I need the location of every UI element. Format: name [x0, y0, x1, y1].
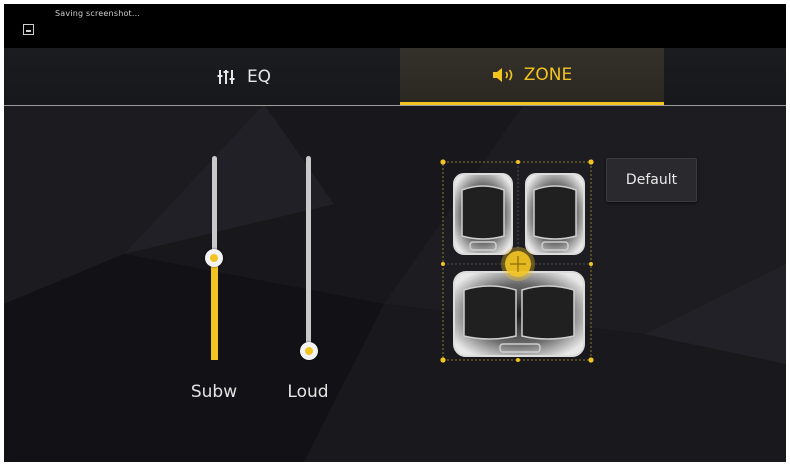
- zone-settings-screen: Saving screenshot... EQ ZONE Subw Loud D…: [4, 4, 786, 462]
- tab-bar: EQ ZONE: [4, 48, 786, 106]
- status-notification-text: Saving screenshot...: [55, 9, 141, 18]
- loud-slider-track[interactable]: [306, 156, 311, 352]
- loud-slider-label: Loud: [287, 382, 329, 402]
- tab-eq[interactable]: EQ: [104, 48, 384, 105]
- equalizer-icon: [217, 69, 235, 84]
- subw-slider-knob[interactable]: [205, 249, 223, 267]
- subw-slider-fill: [211, 258, 218, 360]
- screenshot-icon: [23, 24, 34, 35]
- default-button[interactable]: Default: [606, 158, 697, 202]
- tab-eq-label: EQ: [246, 66, 272, 87]
- zone-focus-handle[interactable]: [501, 247, 535, 281]
- tab-zone[interactable]: ZONE: [400, 48, 664, 105]
- rear-bench-seat: [453, 271, 585, 357]
- subw-slider-label: Subw: [190, 382, 238, 402]
- front-left-seat: [453, 173, 513, 255]
- status-bar: Saving screenshot...: [4, 4, 786, 48]
- speaker-icon: [492, 68, 513, 82]
- loud-slider-knob[interactable]: [300, 342, 318, 360]
- zone-seat-map[interactable]: [434, 156, 598, 368]
- tab-zone-label: ZONE: [523, 65, 573, 85]
- front-right-seat: [525, 173, 585, 255]
